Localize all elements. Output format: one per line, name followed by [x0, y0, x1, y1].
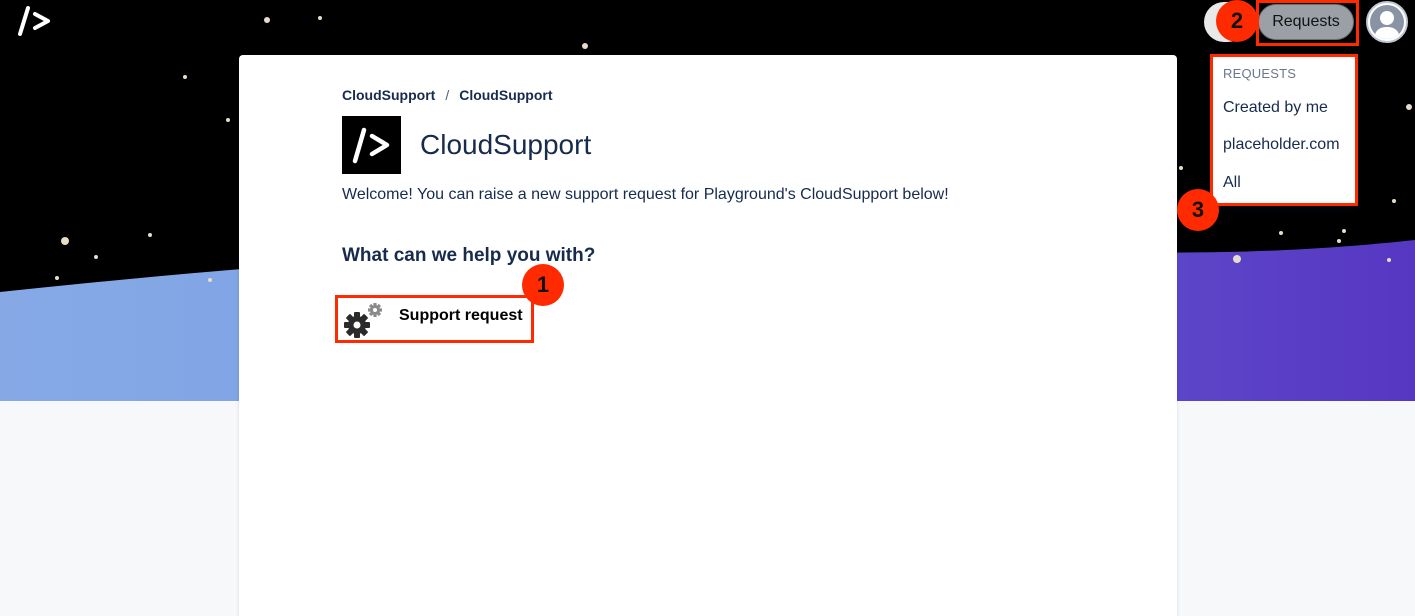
annotation-marker-2: 2 — [1216, 0, 1258, 42]
avatar-icon — [1370, 5, 1404, 39]
site-logo-icon[interactable] — [16, 4, 52, 38]
user-avatar-button[interactable] — [1366, 1, 1408, 43]
annotation-box-3 — [1210, 54, 1358, 206]
annotation-marker-1: 1 — [522, 264, 564, 306]
annotation-marker-3: 3 — [1177, 189, 1219, 231]
welcome-message: Welcome! You can raise a new support req… — [342, 186, 949, 203]
breadcrumb: CloudSupport / CloudSupport — [342, 87, 553, 103]
page-title: CloudSupport — [420, 129, 592, 160]
breadcrumb-link-portal[interactable]: CloudSupport — [459, 87, 552, 103]
help-heading: What can we help you with? — [342, 245, 596, 266]
breadcrumb-link-home[interactable]: CloudSupport — [342, 87, 435, 103]
project-logo-icon — [342, 116, 401, 174]
annotation-box-1 — [335, 295, 534, 343]
annotation-box-2 — [1256, 0, 1359, 46]
breadcrumb-separator: / — [445, 87, 450, 103]
